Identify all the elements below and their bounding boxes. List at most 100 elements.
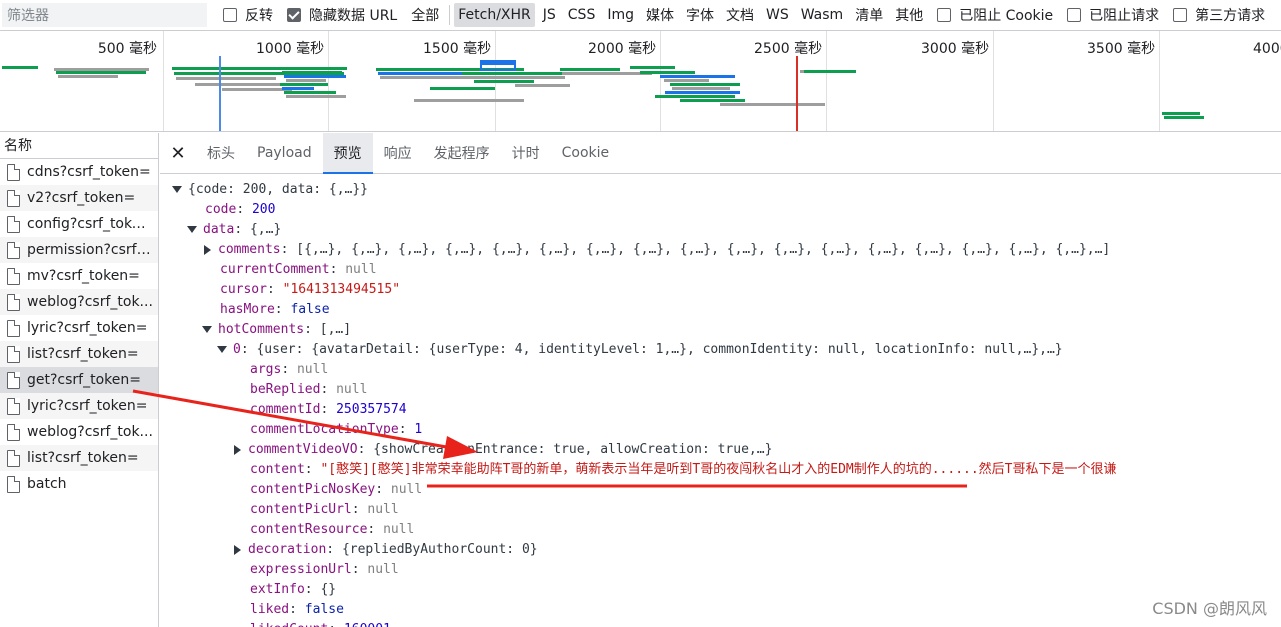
value-hasMore: false: [290, 302, 330, 317]
name-column-header[interactable]: 名称: [0, 133, 158, 159]
tree-row-hotComments[interactable]: hotComments: [,…]: [202, 320, 351, 340]
request-waterfall-bar: [660, 75, 735, 78]
blocked-requests-checkbox[interactable]: 已阻止请求: [1067, 0, 1160, 30]
expand-arrow-icon[interactable]: [234, 444, 241, 455]
blocked-requests-label: 已阻止请求: [1089, 8, 1160, 24]
type-filter-3[interactable]: CSS: [564, 3, 600, 27]
tab-1[interactable]: Payload: [246, 133, 323, 173]
key-content: content: [250, 462, 305, 477]
blocked-cookies-label: 已阻止 Cookie: [959, 8, 1054, 24]
value-commentLocationType: 1: [414, 422, 423, 437]
checkbox-box[interactable]: [287, 8, 301, 22]
network-overview-timeline[interactable]: 500 毫秒 1000 毫秒 1500 毫秒 2000 毫秒 2500 毫秒 3000 毫…: [0, 31, 1281, 132]
expand-arrow-icon[interactable]: [204, 244, 211, 255]
request-waterfall-bar: [560, 68, 620, 71]
request-waterfall-bar: [282, 71, 342, 74]
type-filter-9[interactable]: Wasm: [797, 3, 847, 27]
type-filter-4[interactable]: Img: [603, 3, 638, 27]
collapse-arrow-icon[interactable]: [172, 186, 182, 193]
value-liked: false: [304, 602, 344, 617]
request-row[interactable]: lyric?csrf_token=: [0, 315, 158, 341]
checkbox-box[interactable]: [1067, 8, 1082, 22]
collapse-arrow-icon[interactable]: [187, 226, 197, 233]
checkbox-box[interactable]: [223, 8, 237, 22]
checkbox-box[interactable]: [937, 8, 952, 22]
request-row[interactable]: list?csrf_token=: [0, 341, 158, 367]
request-waterfall-bar: [655, 95, 735, 98]
value-commentId: 250357574: [336, 402, 407, 417]
dom-content-loaded-marker: [219, 56, 221, 131]
type-filter-10[interactable]: 清单: [851, 3, 887, 27]
tick-gridline: [660, 31, 661, 131]
type-filter-7[interactable]: 文档: [722, 3, 758, 27]
tick-label: 1500 毫秒: [423, 41, 492, 57]
type-filter-8[interactable]: WS: [762, 3, 793, 27]
request-row[interactable]: cdns?csrf_token=: [0, 159, 158, 185]
type-filter-0[interactable]: 全部: [407, 3, 443, 27]
tick-label: 2000 毫秒: [588, 41, 657, 57]
tree-row-comments[interactable]: comments: [{,…}, {,…}, {,…}, {,…}, {,…},…: [202, 240, 1110, 260]
third-party-label: 第三方请求: [1195, 8, 1266, 24]
tab-3[interactable]: 响应: [373, 133, 423, 173]
request-row[interactable]: lyric?csrf_token=: [0, 393, 158, 419]
tab-2[interactable]: 预览: [322, 133, 373, 174]
tab-5[interactable]: 计时: [501, 133, 551, 173]
checkbox-box[interactable]: [1173, 8, 1188, 22]
invert-checkbox[interactable]: 反转: [223, 0, 273, 30]
tree-row-beReplied: beReplied: null: [250, 382, 368, 397]
request-row[interactable]: mv?csrf_token=: [0, 263, 158, 289]
tab-6[interactable]: Cookie: [551, 133, 621, 173]
tick-label: 3000 毫秒: [921, 41, 990, 57]
selected-request-highlight: [480, 60, 516, 71]
hide-data-urls-checkbox[interactable]: 隐藏数据 URL: [287, 0, 397, 30]
tree-row-contentResource: contentResource: null: [250, 522, 415, 537]
tab-4[interactable]: 发起程序: [423, 133, 501, 173]
request-waterfall-bar: [670, 83, 740, 86]
watermark: CSDN @朗风风: [1152, 599, 1267, 618]
tree-row-commentVideoVO[interactable]: commentVideoVO: {showCreationEntrance: t…: [232, 440, 772, 460]
tree-root[interactable]: {code: 200, data: {,…}}: [172, 180, 368, 200]
request-waterfall-bar: [195, 83, 290, 86]
request-row[interactable]: batch: [0, 471, 158, 497]
filter-input[interactable]: 筛选器: [2, 3, 207, 27]
request-row[interactable]: get?csrf_token=: [0, 367, 158, 393]
tree-row-hotComment-0[interactable]: 0: {user: {avatarDetail: {userType: 4, i…: [217, 340, 1063, 360]
expand-arrow-icon[interactable]: [234, 544, 241, 555]
request-row[interactable]: weblog?csrf_tok...: [0, 289, 158, 315]
tree-row-data[interactable]: data: {,…}: [187, 220, 281, 240]
tree-row-likedCount: likedCount: 160001: [250, 620, 391, 627]
request-name: mv?csrf_token=: [27, 268, 140, 284]
request-row[interactable]: weblog?csrf_tok...: [0, 419, 158, 445]
blocked-cookies-checkbox[interactable]: 已阻止 Cookie: [937, 0, 1054, 30]
type-filter-1[interactable]: Fetch/XHR: [454, 3, 535, 27]
request-row[interactable]: permission?csrf_t...: [0, 237, 158, 263]
type-filter-2[interactable]: JS: [539, 3, 560, 27]
value-extInfo: {}: [320, 582, 337, 597]
key-cursor: cursor: [220, 282, 267, 297]
type-filter-11[interactable]: 其他: [891, 3, 927, 27]
file-icon: [7, 163, 20, 181]
collapse-arrow-icon[interactable]: [202, 326, 212, 333]
request-waterfall-bar: [430, 87, 495, 90]
tab-0[interactable]: 标头: [196, 133, 246, 173]
key-commentLocationType: commentLocationType: [250, 422, 399, 437]
third-party-checkbox[interactable]: 第三方请求: [1173, 0, 1266, 30]
request-row[interactable]: v2?csrf_token=: [0, 185, 158, 211]
value-decoration: {repliedByAuthorCount: 0}: [341, 542, 538, 557]
tree-row-content: content: "[憨笑][憨笑]非常荣幸能助阵T哥的新单，萌新表示当年是听到…: [250, 462, 1117, 477]
request-waterfall-bar: [284, 91, 336, 94]
close-icon[interactable]: ✕: [160, 133, 196, 173]
request-row[interactable]: list?csrf_token=: [0, 445, 158, 471]
tree-row-currentComment: currentComment: null: [220, 262, 377, 277]
tree-row-decoration[interactable]: decoration: {repliedByAuthorCount: 0}: [232, 540, 538, 560]
request-waterfall-bar: [280, 67, 345, 70]
tree-row-commentId: commentId: 250357574: [250, 402, 407, 417]
request-name: list?csrf_token=: [27, 346, 139, 362]
value-comments: [{,…}, {,…}, {,…}, {,…}, {,…}, {,…}, {,……: [296, 242, 1111, 257]
request-row[interactable]: config?csrf_toke...: [0, 211, 158, 237]
tree-row-liked: liked: false: [250, 602, 344, 617]
collapse-arrow-icon[interactable]: [217, 346, 227, 353]
type-filter-6[interactable]: 字体: [682, 3, 718, 27]
file-icon: [7, 215, 20, 233]
type-filter-5[interactable]: 媒体: [642, 3, 678, 27]
